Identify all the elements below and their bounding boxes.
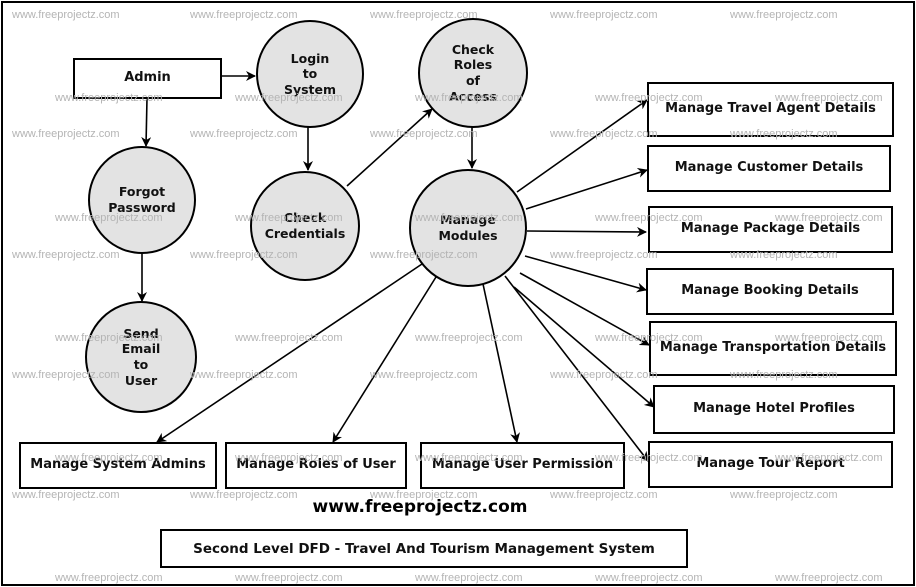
entity-label-user-permission: Manage User Permission [431, 457, 614, 473]
process-label-send-email: Send Email to User [121, 325, 161, 388]
flow-manage_modules-to-user_permission [482, 283, 520, 443]
diagram-title-text: Second Level DFD - Travel And Tourism Ma… [193, 540, 655, 557]
flow-manage_modules-to-booking [524, 255, 647, 293]
entity-label-package: Manage Package Details [680, 221, 861, 237]
flows-layer [137, 71, 655, 462]
entity-label-customer: Manage Customer Details [674, 160, 864, 176]
process-label-check-credentials: Check Credentials [264, 210, 346, 241]
process-label-manage-modules: Manage Modules [438, 212, 498, 243]
entity-label-system-admins: Manage System Admins [30, 457, 206, 473]
entity-label-travel-agent: Manage Travel Agent Details [665, 101, 876, 117]
process-label-check-roles: Check Roles of Access [449, 41, 497, 104]
entity-label-hotel: Manage Hotel Profiles [693, 401, 855, 417]
process-label-login: Login to System [283, 50, 337, 97]
process-label-forgot-password: Forgot Password [108, 184, 176, 215]
flow-manage_modules-to-customer [525, 168, 648, 210]
flow-manage_modules-to-travel_agent [516, 99, 648, 193]
entity-label-admin: Admin [124, 70, 171, 86]
entity-label-tour-report: Manage Tour Report [696, 456, 845, 472]
entity-label-roles-of-user: Manage Roles of User [236, 457, 396, 473]
flow-admin-to-forgot_password [141, 97, 152, 147]
dfd-canvas: Login to System Check Roles of Access Forg… [0, 0, 916, 587]
site-url: www.freeprojectz.com [312, 497, 528, 517]
flow-manage_modules-to-package [526, 226, 647, 237]
flow-manage_modules-to-roles_of_user [332, 276, 437, 443]
entity-label-booking: Manage Booking Details [681, 283, 859, 299]
entity-label-transportation: Manage Transportation Details [659, 340, 887, 356]
flow-manage_modules-to-hotel [513, 286, 655, 408]
diagram-title: Second Level DFD - Travel And Tourism Ma… [160, 529, 688, 568]
